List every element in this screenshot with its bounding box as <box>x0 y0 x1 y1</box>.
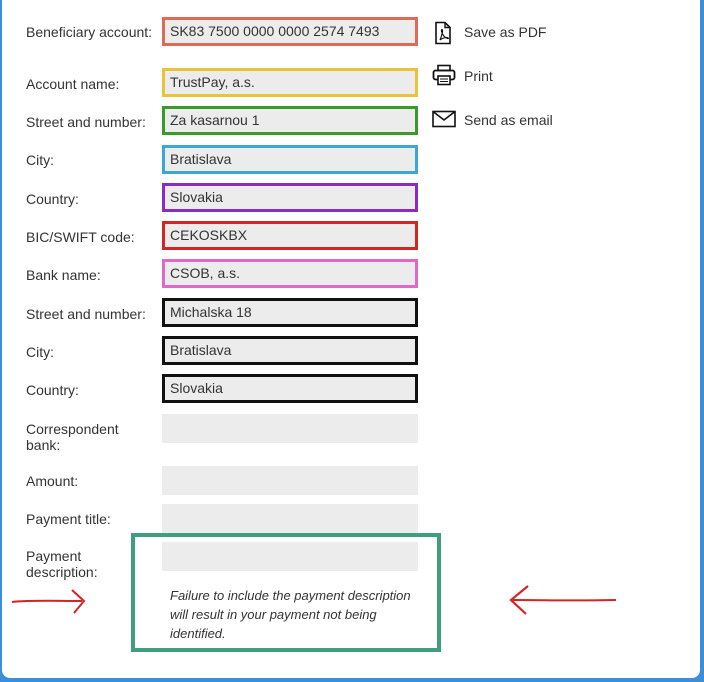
print-button[interactable]: Print <box>432 64 542 88</box>
save-as-pdf-button[interactable]: Save as PDF <box>432 21 562 45</box>
bank-city-field[interactable]: Bratislava <box>162 336 418 365</box>
envelope-icon <box>432 110 456 128</box>
label-beneficiary-country: Country: <box>26 191 79 207</box>
bic-swift-field[interactable]: CEKOSKBX <box>162 221 418 250</box>
annotation-arrow-left-icon <box>509 585 617 615</box>
bank-country-field[interactable]: Slovakia <box>162 374 418 403</box>
label-correspondent-bank: Correspondent bank: <box>26 421 119 453</box>
label-bic-swift: BIC/SWIFT code: <box>26 229 135 245</box>
save-as-pdf-label: Save as PDF <box>464 24 547 40</box>
correspondent-bank-field[interactable] <box>162 414 418 443</box>
account-name-field[interactable]: TrustPay, a.s. <box>162 68 418 97</box>
annotation-arrow-right-icon <box>11 589 86 614</box>
bank-name-field[interactable]: CSOB, a.s. <box>162 259 418 288</box>
print-label: Print <box>464 68 493 84</box>
payment-title-field[interactable] <box>162 504 418 533</box>
label-beneficiary-street: Street and number: <box>26 114 146 130</box>
amount-field[interactable] <box>162 466 418 495</box>
label-bank-country: Country: <box>26 382 79 398</box>
beneficiary-city-field[interactable]: Bratislava <box>162 145 418 174</box>
beneficiary-country-field[interactable]: Slovakia <box>162 183 418 212</box>
label-amount: Amount: <box>26 473 79 489</box>
printer-icon <box>432 64 456 86</box>
label-bank-city: City: <box>26 344 54 360</box>
send-as-email-button[interactable]: Send as email <box>432 110 572 130</box>
label-bank-street: Street and number: <box>26 306 146 322</box>
label-payment-description: Payment description: <box>26 548 98 580</box>
payment-details-panel: Beneficiary account: Account name: Stree… <box>2 0 700 678</box>
send-as-email-label: Send as email <box>464 112 553 128</box>
label-bank-name: Bank name: <box>26 267 101 283</box>
beneficiary-account-field[interactable]: SK83 7500 0000 0000 2574 7493 <box>162 17 418 46</box>
label-beneficiary-account: Beneficiary account: <box>26 24 153 40</box>
pdf-icon <box>435 21 451 45</box>
bank-street-field[interactable]: Michalska 18 <box>162 298 418 327</box>
label-beneficiary-city: City: <box>26 152 54 168</box>
label-account-name: Account name: <box>26 76 120 92</box>
label-payment-title: Payment title: <box>26 511 111 527</box>
payment-description-warning: Failure to include the payment descripti… <box>170 588 411 641</box>
beneficiary-street-field[interactable]: Za kasarnou 1 <box>162 106 418 135</box>
